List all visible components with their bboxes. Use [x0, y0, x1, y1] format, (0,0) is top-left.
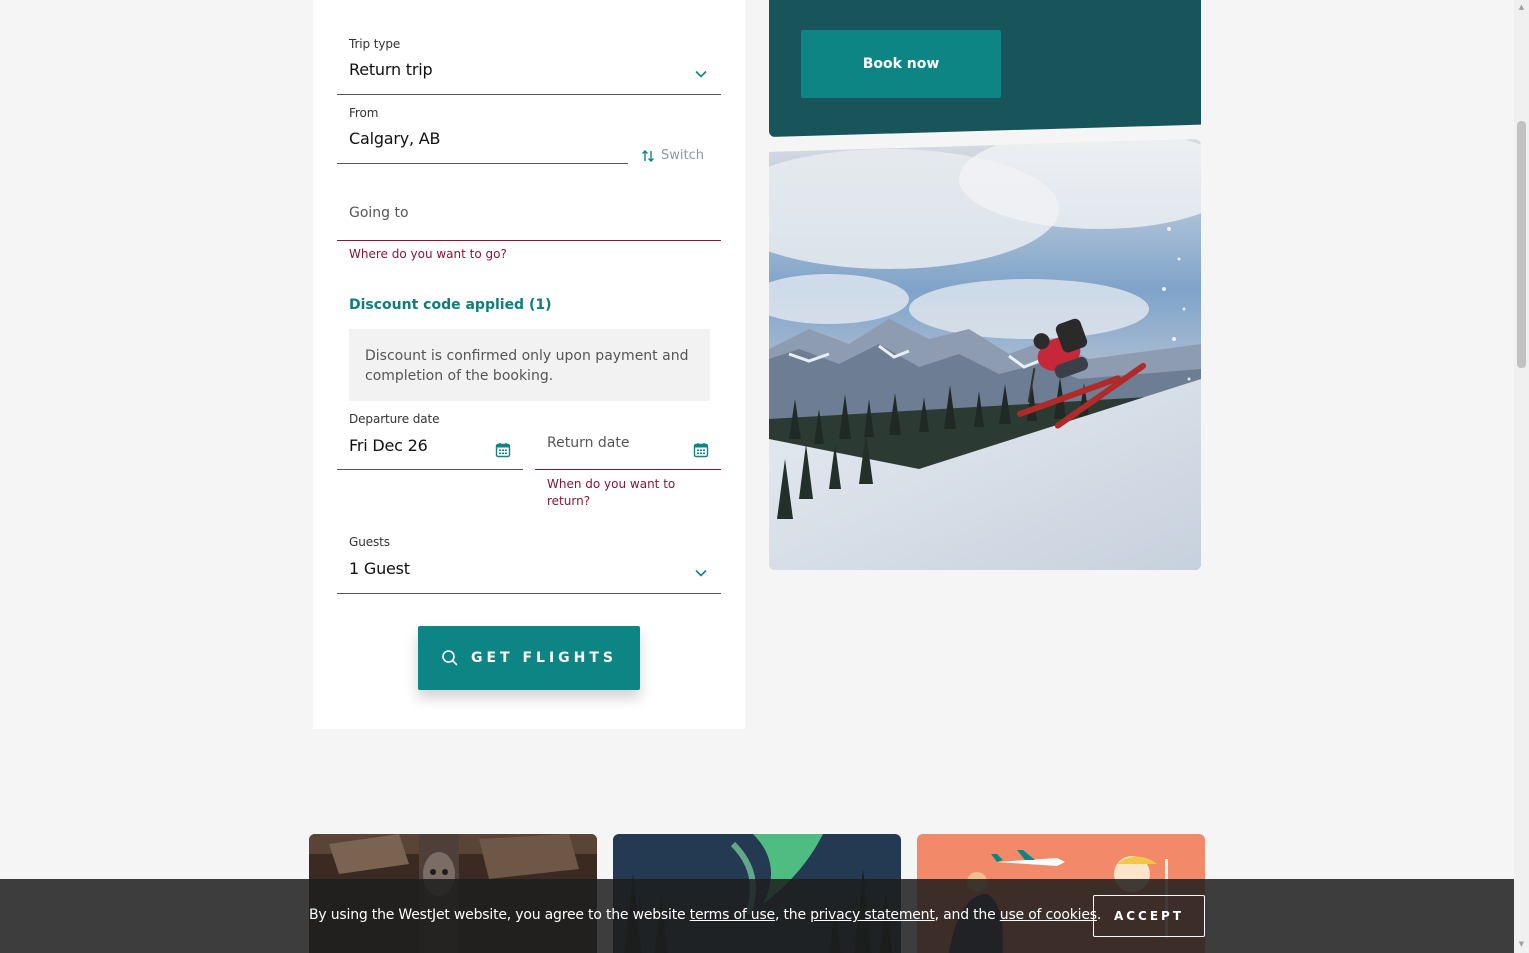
switch-button[interactable]: Switch: [641, 148, 704, 163]
return-date-error: When do you want to return?: [547, 476, 675, 510]
going-to-placeholder: Going to: [349, 205, 409, 221]
guests-value: 1 Guest: [349, 559, 410, 578]
return-date-placeholder: Return date: [547, 435, 630, 451]
departure-date-underline: [337, 469, 523, 470]
book-now-button[interactable]: Book now: [801, 30, 1001, 98]
trip-type-label: Trip type: [349, 37, 401, 51]
accept-cookies-button[interactable]: ACCEPT: [1093, 895, 1205, 937]
cookie-text-part: , the: [774, 907, 811, 923]
return-date-error-line1: When do you want to: [547, 477, 676, 491]
return-date-underline: [535, 469, 721, 470]
going-to-error: Where do you want to go?: [349, 247, 507, 261]
scroll-up-icon[interactable]: ▲: [1514, 0, 1529, 14]
switch-icon: [642, 149, 654, 162]
going-to-underline: [337, 240, 721, 241]
from-underline: [337, 163, 628, 164]
switch-label: Switch: [661, 148, 704, 163]
get-flights-label: GET FLIGHTS: [470, 650, 617, 666]
cookie-text-part: , and the: [934, 907, 1000, 923]
terms-of-use-link[interactable]: terms of use: [690, 907, 776, 923]
chevron-down-icon: [695, 70, 707, 78]
hero-skier-image: [769, 139, 1201, 570]
discount-note: Discount is confirmed only upon payment …: [349, 329, 710, 401]
cookie-message: By using the WestJet website, you agree …: [309, 907, 1101, 923]
departure-date-label: Departure date: [349, 412, 440, 426]
use-of-cookies-link[interactable]: use of cookies: [1000, 907, 1097, 923]
search-icon: [442, 650, 458, 666]
guests-underline: [337, 593, 721, 594]
trip-type-value: Return trip: [349, 60, 433, 79]
get-flights-button[interactable]: GET FLIGHTS: [418, 626, 640, 690]
guests-label: Guests: [349, 535, 390, 549]
calendar-icon: [693, 443, 709, 458]
from-value: Calgary, AB: [349, 129, 441, 148]
calendar-icon: [495, 443, 511, 458]
departure-date-value: Fri Dec 26: [349, 436, 428, 455]
return-date-error-line2: return?: [547, 494, 591, 508]
scroll-down-icon[interactable]: ▼: [1514, 937, 1529, 951]
scrollbar-thumb[interactable]: [1517, 121, 1526, 368]
from-label: From: [349, 106, 379, 120]
cookie-text-part: By using the WestJet website, you agree …: [309, 907, 690, 923]
discount-code-link[interactable]: Discount code applied (1): [349, 297, 552, 313]
trip-type-underline: [337, 94, 721, 95]
chevron-down-icon: [695, 569, 707, 577]
privacy-statement-link[interactable]: privacy statement: [810, 907, 935, 923]
